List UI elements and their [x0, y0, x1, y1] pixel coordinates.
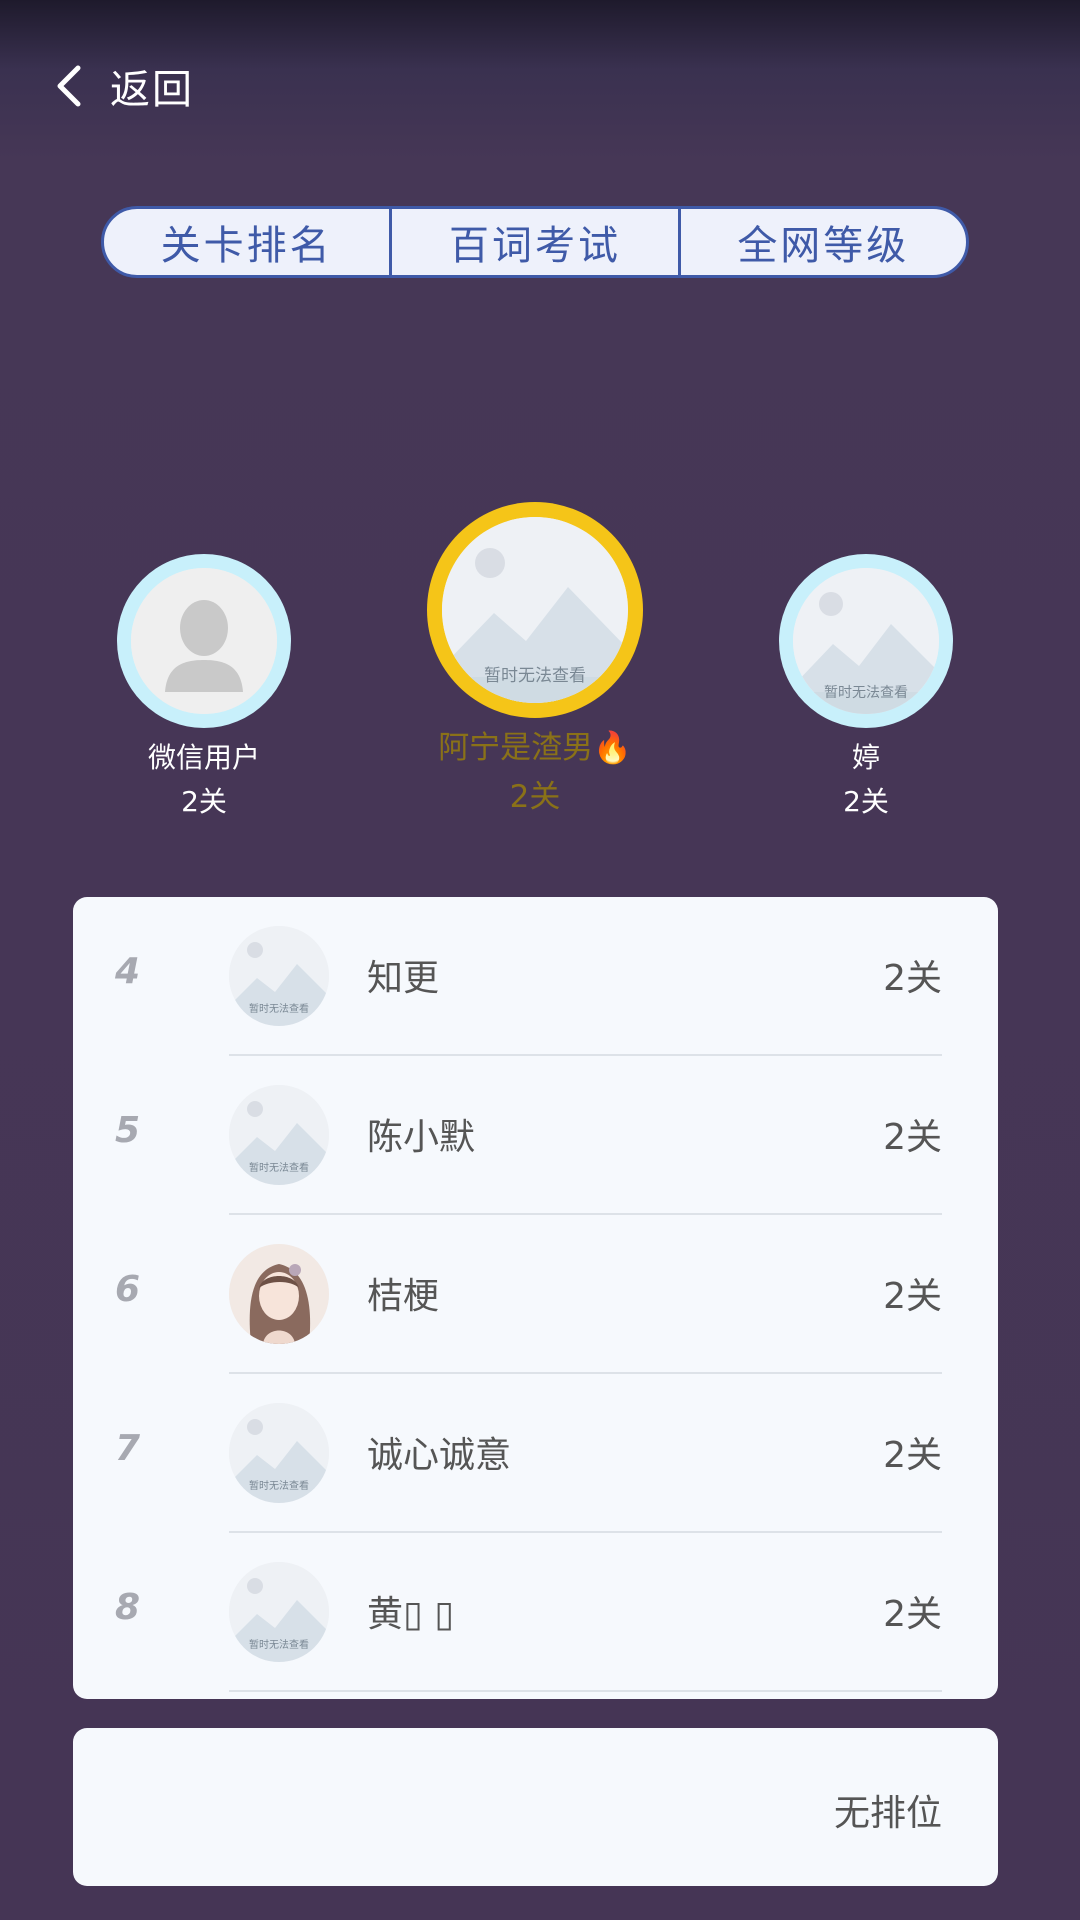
avatar: [229, 1244, 329, 1344]
my-rank-status: 无排位: [833, 1793, 942, 1834]
rank-number: 7: [115, 1428, 141, 1469]
avatar: [117, 554, 291, 728]
user-name: 知更: [367, 958, 440, 999]
rank-number: 4: [115, 951, 141, 992]
portrait-avatar-icon: [229, 1244, 329, 1344]
podium-third-name: 婷: [851, 741, 880, 774]
podium-first[interactable]: 暂时无法查看 阿宁是渣男🔥 2关: [427, 502, 643, 816]
user-score: 2关: [883, 958, 942, 999]
user-name: 黄▯ ▯: [367, 1594, 455, 1635]
user-name: 桔梗: [367, 1276, 440, 1317]
tab-global-level[interactable]: 全网等级: [677, 209, 966, 275]
rank-number: 5: [115, 1110, 141, 1151]
podium-second-score: 2关: [181, 785, 227, 818]
default-user-icon: [131, 568, 277, 714]
my-rank-card: 无排位: [73, 1728, 998, 1886]
user-score: 2关: [883, 1435, 942, 1476]
avatar: 暂时无法查看: [229, 1403, 329, 1503]
image-unavailable-icon: 暂时无法查看: [229, 926, 329, 1026]
tab-bar: 关卡排名 百词考试 全网等级: [101, 206, 969, 278]
podium-first-score: 2关: [509, 779, 561, 815]
image-unavailable-icon: 暂时无法查看: [793, 568, 939, 714]
avatar: 暂时无法查看: [779, 554, 953, 728]
ranking-list: 4 暂时无法查看 知更 2关 5 暂时无法查看 陈小默 2关 6 桔梗 2关 7…: [73, 897, 998, 1699]
list-item[interactable]: 5 暂时无法查看 陈小默 2关: [73, 1056, 998, 1215]
user-score: 2关: [883, 1276, 942, 1317]
list-item[interactable]: 4 暂时无法查看 知更 2关: [73, 897, 998, 1056]
user-score: 2关: [883, 1117, 942, 1158]
tab-level-ranking[interactable]: 关卡排名: [104, 209, 389, 275]
rank-number: 8: [115, 1587, 141, 1628]
avatar-caption: 暂时无法查看: [249, 1638, 309, 1651]
avatar-caption: 暂时无法查看: [249, 1002, 309, 1015]
avatar-caption: 暂时无法查看: [824, 685, 908, 701]
podium-first-name: 阿宁是渣男🔥: [438, 730, 632, 766]
podium-second[interactable]: 微信用户 2关: [117, 554, 291, 820]
podium-third-score: 2关: [843, 785, 889, 818]
chevron-left-icon: [57, 65, 81, 107]
image-unavailable-icon: 暂时无法查看: [442, 517, 628, 703]
image-unavailable-icon: 暂时无法查看: [229, 1562, 329, 1662]
rank-number: 6: [115, 1269, 141, 1310]
avatar: 暂时无法查看: [427, 502, 643, 718]
podium-second-name: 微信用户: [147, 741, 260, 774]
user-name: 诚心诚意: [367, 1435, 512, 1476]
image-unavailable-icon: 暂时无法查看: [229, 1085, 329, 1185]
avatar-caption: 暂时无法查看: [249, 1479, 309, 1492]
list-item[interactable]: 6 桔梗 2关: [73, 1215, 998, 1374]
tab-hundred-word-test[interactable]: 百词考试: [389, 209, 677, 275]
image-unavailable-icon: 暂时无法查看: [229, 1403, 329, 1503]
list-item[interactable]: 8 暂时无法查看 黄▯ ▯ 2关: [73, 1533, 998, 1692]
avatar-caption: 暂时无法查看: [484, 666, 586, 686]
divider: [229, 1690, 942, 1692]
list-item[interactable]: 7 暂时无法查看 诚心诚意 2关: [73, 1374, 998, 1533]
back-button[interactable]: 返回: [52, 58, 194, 114]
user-score: 2关: [883, 1594, 942, 1635]
podium-third[interactable]: 暂时无法查看 婷 2关: [779, 554, 953, 820]
user-name: 陈小默: [367, 1117, 476, 1158]
avatar-caption: 暂时无法查看: [249, 1161, 309, 1174]
avatar: 暂时无法查看: [229, 1562, 329, 1662]
avatar: 暂时无法查看: [229, 926, 329, 1026]
back-label: 返回: [110, 67, 194, 113]
avatar: 暂时无法查看: [229, 1085, 329, 1185]
